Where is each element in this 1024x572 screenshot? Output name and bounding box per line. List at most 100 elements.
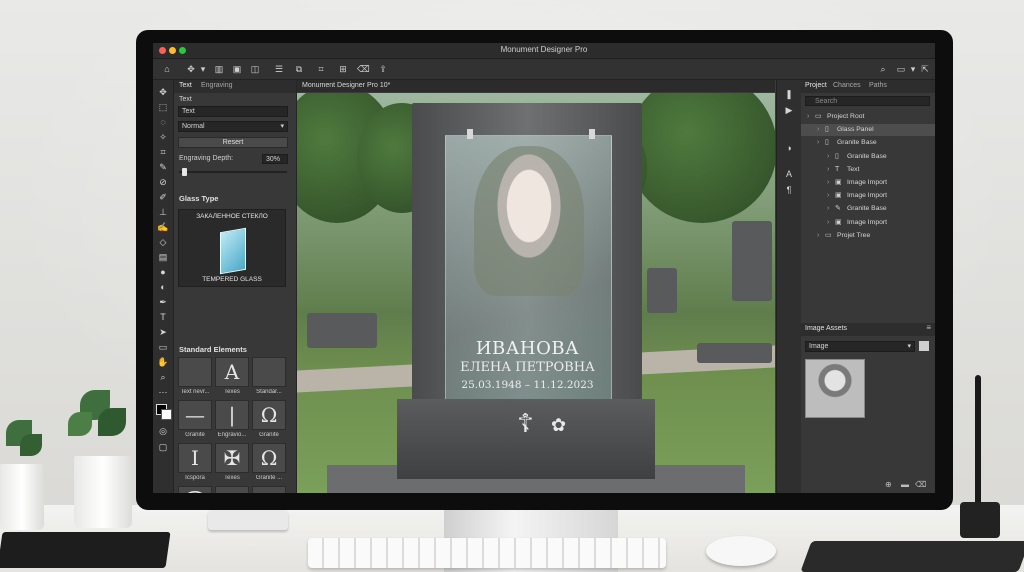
crop-tool-icon[interactable]: ⌗ <box>157 146 169 158</box>
standard-element-tile[interactable]: ✝ <box>215 486 249 493</box>
arrange-icon[interactable]: ◫ <box>249 63 261 75</box>
standard-element-tile[interactable]: A <box>215 357 249 387</box>
document-tab[interactable]: Monument Designer Pro 10* <box>302 82 390 89</box>
engraved-first-names[interactable]: ЕЛЕНА ПЕТРОВНА <box>445 360 610 375</box>
image-asset-thumbnail[interactable] <box>805 359 865 418</box>
type-tool-icon[interactable]: T <box>157 311 169 323</box>
background-color-swatch[interactable] <box>161 409 172 420</box>
trash-icon[interactable]: ⌫ <box>915 480 926 489</box>
align-left-icon[interactable]: ▥ <box>213 63 225 75</box>
standard-element-tile[interactable] <box>252 357 286 387</box>
standard-element-tile[interactable]: I <box>178 443 212 473</box>
paragraph-panel-icon[interactable]: ¶ <box>783 184 795 196</box>
chevron-right-icon[interactable]: › <box>807 111 809 123</box>
transform-icon[interactable]: ▣ <box>231 63 243 75</box>
chevron-right-icon[interactable]: › <box>817 230 819 242</box>
tree-item[interactable]: › T Text <box>801 164 935 176</box>
character-panel-icon[interactable]: A <box>783 168 795 180</box>
tree-item[interactable]: › ▯ Granite Base <box>801 151 935 163</box>
search-icon[interactable]: ⌕ <box>877 63 889 75</box>
engraving-depth-slider-handle[interactable] <box>182 168 188 176</box>
tree-item[interactable]: › ✎ Granite Base <box>801 203 935 215</box>
gradient-tool-icon[interactable]: ▤ <box>157 251 169 263</box>
new-asset-icon[interactable]: ⊕ <box>885 480 892 489</box>
brush-panel-icon[interactable]: ❚ <box>783 88 795 100</box>
tab-chances[interactable]: Chances <box>833 82 861 89</box>
image-filter-select[interactable]: Image ▾ <box>805 341 915 352</box>
standard-element-tile[interactable] <box>178 357 212 387</box>
tree-item[interactable]: › ▯ Granite Base <box>801 137 935 149</box>
chevron-down-icon[interactable]: ▾ <box>197 63 209 75</box>
quick-mask-icon[interactable]: ◎ <box>157 425 169 437</box>
dodge-tool-icon[interactable]: ◐ <box>157 281 169 293</box>
hand-tool-icon[interactable]: ✋ <box>157 356 169 368</box>
move-tool-icon[interactable]: ✥ <box>185 63 197 75</box>
tab-engraving[interactable]: Engraving <box>201 82 233 89</box>
history-brush-icon[interactable]: ✍ <box>157 221 169 233</box>
tree-item[interactable]: › ▭ Projet Tree <box>801 230 935 242</box>
move-tool-icon[interactable]: ✥ <box>157 86 169 98</box>
tab-project[interactable]: Project <box>805 82 827 89</box>
tab-text[interactable]: Text <box>179 82 192 89</box>
engraved-surname[interactable]: ИВАНОВА <box>445 338 610 359</box>
grid-view-icon[interactable] <box>919 341 929 351</box>
chevron-right-icon[interactable]: › <box>827 217 829 229</box>
marquee-tool-icon[interactable]: ⬚ <box>157 101 169 113</box>
tree-item[interactable]: › ▭ Project Root <box>801 111 935 123</box>
screen-mode-icon[interactable]: ▢ <box>157 441 169 453</box>
standard-element-tile[interactable]: | <box>215 400 249 430</box>
magic-wand-icon[interactable]: ✧ <box>157 131 169 143</box>
project-search-input[interactable]: Search <box>805 96 930 106</box>
chevron-right-icon[interactable]: › <box>827 177 829 189</box>
stamp-tool-icon[interactable]: ⊥ <box>157 206 169 218</box>
standard-element-tile[interactable]: — <box>178 400 212 430</box>
blur-tool-icon[interactable]: ● <box>157 266 169 278</box>
chevron-right-icon[interactable]: › <box>827 203 829 215</box>
healing-brush-icon[interactable]: ⊘ <box>157 176 169 188</box>
standard-element-tile[interactable]: Ω <box>252 400 286 430</box>
standard-element-tile[interactable]: ⌒ <box>178 486 212 493</box>
design-canvas[interactable]: ИВАНОВА ЕЛЕНА ПЕТРОВНА 25.03.1948 – 11.1… <box>297 93 775 493</box>
lasso-tool-icon[interactable]: ◌ <box>157 116 169 128</box>
pen-tool-icon[interactable]: ✒ <box>157 296 169 308</box>
eraser-tool-icon[interactable]: ◇ <box>157 236 169 248</box>
standard-element-tile[interactable]: ✠ <box>215 443 249 473</box>
path-select-icon[interactable]: ➤ <box>157 326 169 338</box>
layers-icon[interactable]: ☰ <box>273 63 285 75</box>
workspace-chevron-icon[interactable]: ▾ <box>907 63 919 75</box>
chevron-right-icon[interactable]: › <box>827 151 829 163</box>
tree-item[interactable]: › ▣ Image Import <box>801 217 935 229</box>
adjustments-icon[interactable]: ◑ <box>783 142 795 154</box>
reset-button[interactable]: Resert <box>178 137 288 148</box>
tree-item[interactable]: › ▣ Image Import <box>801 177 935 189</box>
align-center-icon[interactable]: ⧉ <box>293 63 305 75</box>
chevron-right-icon[interactable]: › <box>827 190 829 202</box>
chevron-right-icon[interactable]: › <box>817 137 819 149</box>
tree-item[interactable]: › ▯ Glass Panel <box>801 124 935 137</box>
standard-element-tile[interactable]: Ω <box>252 443 286 473</box>
panel-toggle-icon[interactable]: ▭ <box>895 63 907 75</box>
export-icon[interactable]: ⇪ <box>377 63 389 75</box>
engraved-dates[interactable]: 25.03.1948 – 11.12.2023 <box>445 379 610 391</box>
brush-tool-icon[interactable]: ✐ <box>157 191 169 203</box>
tree-item[interactable]: › ▣ Image Import <box>801 190 935 202</box>
engraving-depth-value[interactable]: 30% <box>262 154 288 164</box>
shape-tool-icon[interactable]: ▭ <box>157 341 169 353</box>
crop-icon[interactable]: ⌗ <box>315 63 327 75</box>
text-input[interactable]: Text <box>178 106 288 117</box>
folder-icon[interactable]: ▬ <box>901 480 909 489</box>
share-icon[interactable]: ⇱ <box>919 63 931 75</box>
zoom-tool-icon[interactable]: ⌕ <box>157 371 169 383</box>
glass-type-option[interactable]: ЗАКАЛЕННОЕ СТЕКЛО TEMPERED GLASS <box>178 209 286 287</box>
font-style-select[interactable]: Normal ▾ <box>178 121 288 132</box>
trash-icon[interactable]: ⌫ <box>357 63 370 75</box>
play-actions-icon[interactable]: ▶ <box>783 104 795 116</box>
panel-menu-icon[interactable]: ≡ <box>926 323 931 332</box>
chevron-right-icon[interactable]: › <box>827 164 829 176</box>
home-icon[interactable]: ⌂ <box>161 63 173 75</box>
engraving-depth-slider-track[interactable] <box>179 171 287 173</box>
distribute-icon[interactable]: ⊞ <box>337 63 349 75</box>
eyedropper-icon[interactable]: ✎ <box>157 161 169 173</box>
more-tools-icon[interactable]: ⋯ <box>157 386 169 398</box>
chevron-right-icon[interactable]: › <box>817 124 819 136</box>
